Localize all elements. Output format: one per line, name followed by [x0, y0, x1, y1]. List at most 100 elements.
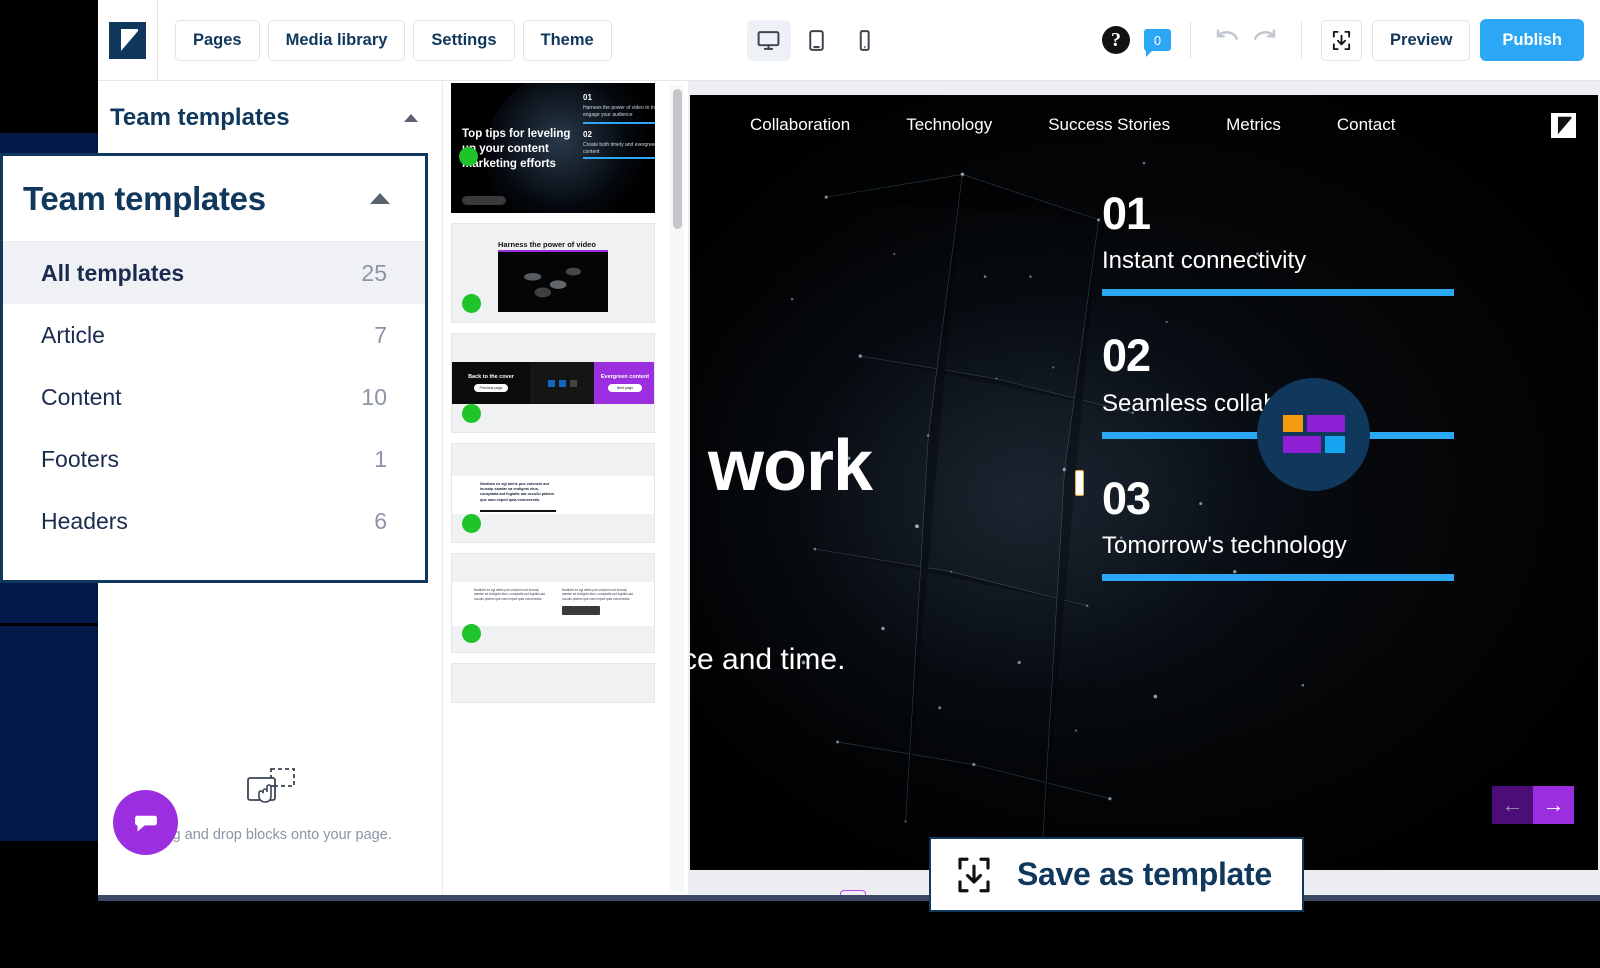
text-cursor-handle[interactable] — [1075, 470, 1084, 496]
thumbnail-item[interactable]: Nostiam es egi aleris pos volonem aut in… — [451, 443, 655, 543]
thumbnail-feature-caption: Harness the power of video to truly enga… — [583, 105, 655, 119]
redo-icon[interactable] — [1246, 22, 1282, 58]
media-library-button[interactable]: Media library — [268, 20, 406, 61]
thumbnail-list: Top tips for leveling up your content ma… — [443, 81, 688, 895]
comment-count-badge[interactable]: 0 — [1144, 29, 1171, 51]
feature-underline — [1102, 574, 1454, 581]
sidebar-title: Team templates — [110, 104, 290, 132]
magnified-item-article[interactable]: Article 7 — [3, 304, 425, 366]
status-dot — [462, 514, 481, 533]
magnified-sidebar-overlay: Team templates All templates 25 Article … — [0, 153, 428, 583]
pages-button[interactable]: Pages — [175, 20, 260, 61]
thumbnail-right-label: Evergreen content — [601, 374, 649, 380]
nav-link-technology[interactable]: Technology — [878, 115, 1020, 135]
settings-button[interactable]: Settings — [413, 20, 514, 61]
feature-underline — [1102, 289, 1454, 296]
map-graphic — [498, 250, 608, 312]
facebook-icon — [559, 380, 566, 387]
magnified-item-count: 25 — [361, 260, 387, 287]
magnified-header[interactable]: Team templates — [3, 156, 425, 242]
thumbnail-item[interactable]: Top tips for leveling up your content ma… — [451, 83, 655, 213]
feature-item: 03 Tomorrow's technology — [1102, 475, 1454, 581]
nav-link-metrics[interactable]: Metrics — [1198, 115, 1309, 135]
desktop-icon[interactable] — [747, 20, 791, 61]
top-toolbar: Pages Media library Settings Theme — [98, 0, 1600, 81]
status-dot — [462, 294, 481, 313]
chevron-up-icon[interactable] — [370, 193, 390, 204]
toolbar-divider — [157, 0, 158, 81]
thumbnail-feature-number: 02 — [583, 130, 592, 139]
magnified-item-count: 1 — [374, 446, 387, 473]
thumbnail-body-text: Nostiam es egi aleris pos volonem aut in… — [480, 482, 556, 503]
magnified-item-count: 7 — [374, 322, 387, 349]
thumbnail-feature-caption: Create both timely and evergreen content — [583, 142, 655, 156]
thumbnail-rule — [480, 510, 556, 512]
magnified-item-label: Headers — [41, 508, 128, 535]
window-shadow-bar — [98, 895, 1600, 901]
thumbnail-column-2: Nostiam es egi aleris pos volonem aut in… — [562, 588, 634, 601]
site-navigation: Collaboration Technology Success Stories… — [690, 95, 1598, 155]
save-as-template-icon[interactable] — [1321, 20, 1362, 61]
share-icon — [570, 380, 577, 387]
status-dot — [462, 404, 481, 423]
theme-button[interactable]: Theme — [523, 20, 612, 61]
nav-link-contact[interactable]: Contact — [1309, 115, 1424, 135]
nav-link-collaboration[interactable]: Collaboration — [722, 115, 878, 135]
feature-item: 01 Instant connectivity — [1102, 190, 1454, 296]
next-slide-button[interactable]: → — [1533, 786, 1574, 824]
chat-bubble-icon[interactable] — [113, 790, 178, 855]
blocks-grid-icon[interactable] — [1257, 378, 1370, 491]
device-preview-toggle — [747, 20, 887, 61]
grid-square-orange — [1283, 415, 1303, 432]
thumbnail-item[interactable]: Nostiam es egi aleris pos volonem aut in… — [451, 553, 655, 653]
sidebar-header[interactable]: Team templates — [98, 81, 442, 155]
backdrop-strip-left-lower — [0, 626, 98, 841]
publish-button[interactable]: Publish — [1480, 19, 1584, 61]
feature-number: 01 — [1102, 190, 1454, 237]
mobile-icon[interactable] — [843, 20, 887, 61]
slide-pager: ← → — [1492, 786, 1574, 824]
feature-number: 03 — [1102, 475, 1454, 522]
drag-drop-icon — [240, 764, 302, 812]
prev-slide-button[interactable]: ← — [1492, 786, 1533, 824]
site-logo-icon[interactable] — [1551, 113, 1576, 138]
site-preview[interactable]: Collaboration Technology Success Stories… — [690, 95, 1598, 870]
thumbnail-feature-rule — [583, 122, 655, 124]
thumbnail-item[interactable] — [451, 663, 655, 703]
magnified-item-label: Article — [41, 322, 105, 349]
thumbnail-left-button: Previous page — [474, 384, 508, 392]
toolbar-nav-buttons: Pages Media library Settings Theme — [175, 20, 612, 61]
magnified-item-count: 10 — [361, 384, 387, 411]
thumbnail-heading: Harness the power of video — [498, 240, 596, 249]
help-icon[interactable]: ? — [1102, 26, 1130, 54]
linkedin-icon — [548, 380, 555, 387]
flipsnack-logo-icon[interactable] — [109, 22, 146, 59]
status-dot — [462, 624, 481, 643]
thumbnail-feature-number: 01 — [583, 93, 592, 102]
magnified-item-count: 6 — [374, 508, 387, 535]
grid-square-purple — [1307, 415, 1345, 432]
screen: Pages Media library Settings Theme — [0, 0, 1600, 968]
thumbnail-item[interactable]: Back to the cover Previous page Evergree… — [451, 333, 655, 433]
thumbnail-column-1: Nostiam es egi aleris pos volonem aut in… — [474, 588, 546, 601]
magnified-item-content[interactable]: Content 10 — [3, 366, 425, 428]
thumbnail-scrollbar-thumb[interactable] — [673, 89, 682, 229]
magnified-item-all-templates[interactable]: All templates 25 — [3, 242, 425, 304]
thumbnail-item[interactable]: Harness the power of video — [451, 223, 655, 323]
toolbar-divider-2 — [1190, 22, 1191, 58]
nav-link-success-stories[interactable]: Success Stories — [1020, 115, 1198, 135]
thumbnail-scroll-area: Top tips for leveling up your content ma… — [443, 81, 688, 895]
thumbnail-feature-rule — [583, 157, 655, 159]
chevron-up-icon[interactable] — [404, 114, 418, 122]
preview-button[interactable]: Preview — [1372, 20, 1470, 61]
tablet-icon[interactable] — [795, 20, 839, 61]
magnified-item-footers[interactable]: Footers 1 — [3, 428, 425, 490]
feature-title: Tomorrow's technology — [1102, 532, 1454, 560]
hero-subheadline: ce and time. — [690, 643, 845, 677]
save-as-template-icon — [953, 854, 995, 896]
undo-icon[interactable] — [1210, 22, 1246, 58]
thumbnail-right-button: Next page — [608, 384, 642, 392]
magnified-item-label: Footers — [41, 446, 119, 473]
magnified-item-headers[interactable]: Headers 6 — [3, 490, 425, 552]
save-as-template-callout[interactable]: Save as template — [929, 837, 1304, 912]
